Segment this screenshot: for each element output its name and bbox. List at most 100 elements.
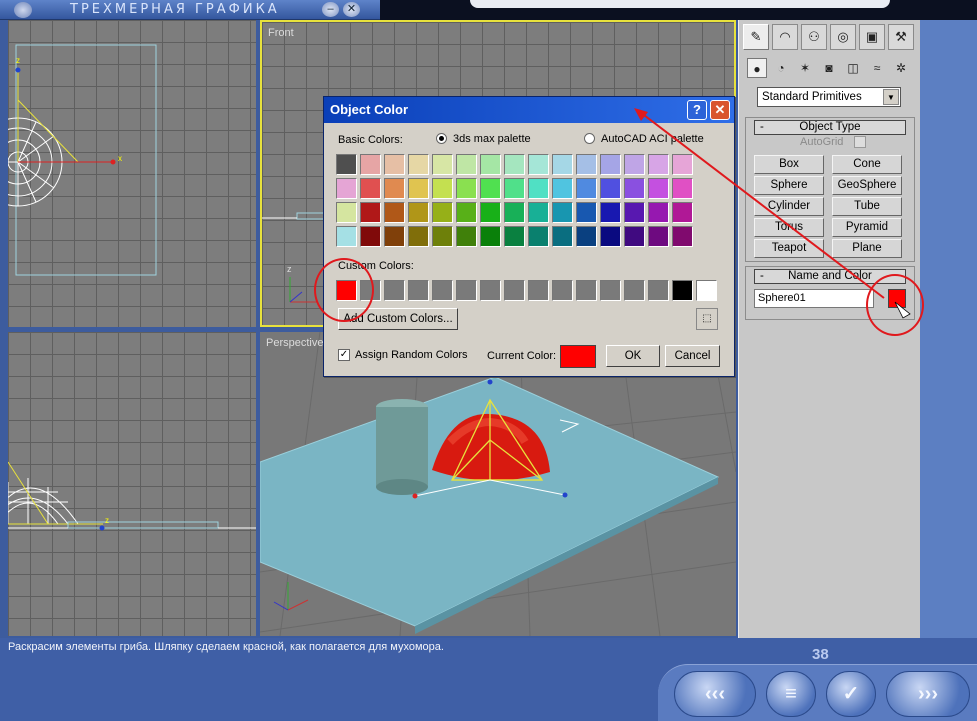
- basic-color-swatch[interactable]: [648, 202, 669, 223]
- utilities-icon[interactable]: ⚒: [888, 24, 914, 50]
- dialog-close-button[interactable]: ✕: [710, 100, 730, 120]
- basic-color-swatch[interactable]: [528, 178, 549, 199]
- basic-color-swatch[interactable]: [576, 178, 597, 199]
- viewport-perspective[interactable]: Perspective: [260, 332, 736, 636]
- basic-color-swatch[interactable]: [528, 154, 549, 175]
- sphere-button[interactable]: Sphere: [754, 176, 824, 195]
- radio-3dsmax-palette[interactable]: [436, 133, 447, 144]
- geosphere-button[interactable]: GeoSphere: [832, 176, 902, 195]
- create-icon[interactable]: ✎: [743, 24, 769, 50]
- basic-color-swatch[interactable]: [528, 226, 549, 247]
- basic-color-swatch[interactable]: [480, 226, 501, 247]
- custom-color-swatch[interactable]: [456, 280, 477, 301]
- helpers-icon[interactable]: ◫: [843, 58, 863, 78]
- basic-color-swatch[interactable]: [672, 154, 693, 175]
- custom-color-swatch[interactable]: [384, 280, 405, 301]
- custom-color-swatch[interactable]: [672, 280, 693, 301]
- basic-color-swatch[interactable]: [480, 202, 501, 223]
- basic-color-swatch[interactable]: [624, 202, 645, 223]
- basic-color-swatch[interactable]: [528, 202, 549, 223]
- geometry-icon[interactable]: ●: [747, 58, 767, 78]
- current-color-swatch[interactable]: [560, 345, 596, 368]
- basic-color-swatch[interactable]: [408, 202, 429, 223]
- minimize-button[interactable]: –: [322, 2, 339, 17]
- prev-page-button[interactable]: ‹‹‹: [674, 671, 756, 717]
- basic-color-swatch[interactable]: [408, 226, 429, 247]
- basic-color-swatch[interactable]: [648, 178, 669, 199]
- teapot-button[interactable]: Teapot: [754, 239, 824, 258]
- object-type-header[interactable]: - Object Type: [754, 120, 906, 135]
- viewport-left[interactable]: z: [8, 332, 256, 636]
- basic-color-swatch[interactable]: [336, 226, 357, 247]
- basic-color-swatch[interactable]: [336, 178, 357, 199]
- basic-color-swatch[interactable]: [648, 226, 669, 247]
- basic-color-swatch[interactable]: [480, 154, 501, 175]
- modify-icon[interactable]: ◠: [772, 24, 798, 50]
- ok-button[interactable]: OK: [606, 345, 660, 367]
- basic-color-swatch[interactable]: [552, 226, 573, 247]
- eyedropper-icon[interactable]: ⬚: [696, 308, 718, 330]
- cylinder-button[interactable]: Cylinder: [754, 197, 824, 216]
- basic-color-swatch[interactable]: [360, 202, 381, 223]
- basic-color-swatch[interactable]: [672, 178, 693, 199]
- basic-color-swatch[interactable]: [360, 226, 381, 247]
- basic-color-swatch[interactable]: [624, 178, 645, 199]
- basic-color-swatch[interactable]: [384, 178, 405, 199]
- lights-icon[interactable]: ✶: [795, 58, 815, 78]
- custom-color-swatch[interactable]: [648, 280, 669, 301]
- viewport-top[interactable]: z x: [8, 20, 256, 327]
- basic-color-swatch[interactable]: [552, 202, 573, 223]
- basic-color-swatch[interactable]: [408, 154, 429, 175]
- close-app-button[interactable]: ✕: [343, 2, 360, 17]
- custom-color-swatch[interactable]: [600, 280, 621, 301]
- basic-color-swatch[interactable]: [384, 154, 405, 175]
- basic-color-swatch[interactable]: [648, 154, 669, 175]
- custom-color-swatch[interactable]: [432, 280, 453, 301]
- custom-color-swatch[interactable]: [480, 280, 501, 301]
- cone-button[interactable]: Cone: [832, 155, 902, 174]
- torus-button[interactable]: Torus: [754, 218, 824, 237]
- plane-button[interactable]: Plane: [832, 239, 902, 258]
- basic-color-swatch[interactable]: [480, 178, 501, 199]
- basic-color-swatch[interactable]: [456, 202, 477, 223]
- basic-color-swatch[interactable]: [456, 178, 477, 199]
- basic-color-swatch[interactable]: [600, 202, 621, 223]
- basic-color-swatch[interactable]: [504, 178, 525, 199]
- basic-color-swatch[interactable]: [672, 226, 693, 247]
- chevron-down-icon[interactable]: ▼: [883, 89, 899, 105]
- box-button[interactable]: Box: [754, 155, 824, 174]
- basic-color-swatch[interactable]: [336, 154, 357, 175]
- basic-color-swatch[interactable]: [600, 178, 621, 199]
- radio-autocad-palette[interactable]: [584, 133, 595, 144]
- tube-button[interactable]: Tube: [832, 197, 902, 216]
- help-button[interactable]: ?: [687, 100, 707, 120]
- custom-color-swatch[interactable]: [576, 280, 597, 301]
- basic-color-swatch[interactable]: [432, 154, 453, 175]
- basic-color-swatch[interactable]: [600, 154, 621, 175]
- basic-color-swatch[interactable]: [384, 226, 405, 247]
- autogrid-checkbox[interactable]: [854, 136, 866, 148]
- systems-icon[interactable]: ✲: [891, 58, 911, 78]
- basic-color-swatch[interactable]: [600, 226, 621, 247]
- cameras-icon[interactable]: ◙: [819, 58, 839, 78]
- custom-color-swatch[interactable]: [624, 280, 645, 301]
- basic-color-swatch[interactable]: [432, 226, 453, 247]
- object-name-field[interactable]: Sphere01: [754, 289, 874, 308]
- custom-color-swatch[interactable]: [408, 280, 429, 301]
- basic-color-swatch[interactable]: [360, 154, 381, 175]
- basic-color-swatch[interactable]: [408, 178, 429, 199]
- basic-color-swatch[interactable]: [504, 154, 525, 175]
- basic-color-swatch[interactable]: [504, 202, 525, 223]
- basic-color-swatch[interactable]: [336, 202, 357, 223]
- basic-color-swatch[interactable]: [672, 202, 693, 223]
- display-icon[interactable]: ▣: [859, 24, 885, 50]
- basic-color-swatch[interactable]: [504, 226, 525, 247]
- basic-color-swatch[interactable]: [432, 178, 453, 199]
- basic-color-swatch[interactable]: [552, 154, 573, 175]
- shapes-icon[interactable]: ◔: [771, 58, 791, 78]
- pyramid-button[interactable]: Pyramid: [832, 218, 902, 237]
- basic-color-swatch[interactable]: [576, 202, 597, 223]
- category-dropdown[interactable]: Standard Primitives ▼: [757, 87, 901, 107]
- assign-random-checkbox[interactable]: ✓: [338, 349, 350, 361]
- check-button[interactable]: ✓: [826, 671, 876, 717]
